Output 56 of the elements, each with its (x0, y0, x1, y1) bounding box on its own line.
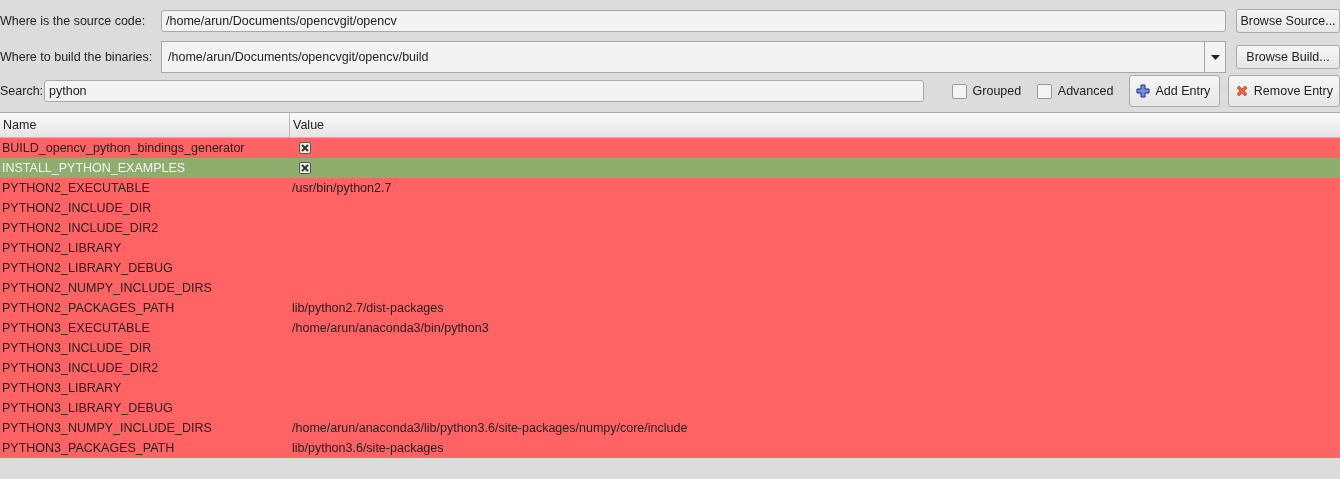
table-cell-text: PYTHON3_PACKAGES_PATH (1, 441, 176, 455)
table-cell-text: PYTHON2_INCLUDE_DIR2 (1, 221, 160, 235)
table-row[interactable]: PYTHON2_PACKAGES_PATH lib/python2.7/dist-packages (0, 298, 1340, 318)
remove-entry-button[interactable]: Remove Entry (1227, 75, 1340, 107)
table-cell-text: PYTHON2_LIBRARY (1, 241, 123, 255)
table-cell-text: PYTHON3_LIBRARY_DEBUG (1, 401, 174, 415)
plus-icon (1136, 84, 1151, 98)
table-cell: /home/arun/anaconda3/lib/python3.6/site-packages/numpy/core/include (292, 421, 688, 435)
build-combo[interactable]: /home/arun/Documents/opencvgit/opencv/build (161, 41, 1226, 73)
table-cell-text: PYTHON3_NUMPY_INCLUDE_DIRS (1, 421, 213, 435)
table-row[interactable]: PYTHON3_LIBRARY (0, 378, 1340, 398)
checkbox-label[interactable]: Advanced (1057, 84, 1114, 98)
table-cell-text: INSTALL_PYTHON_EXAMPLES (1, 161, 187, 175)
checkbox[interactable] (299, 162, 311, 174)
source-label: Where is the source code: (0, 14, 147, 28)
table-row[interactable]: PYTHON3_NUMPY_INCLUDE_DIRS /home/arun/anaconda3/lib/python3.6/site-packages/numpy/core/include (0, 418, 1340, 438)
cross-icon (1234, 84, 1249, 98)
table-row[interactable]: PYTHON2_INCLUDE_DIR (0, 198, 1340, 218)
table-cell: lib/python3.6/site-packages (292, 441, 444, 455)
table-cell-text: PYTHON2_INCLUDE_DIR (1, 201, 153, 215)
checkbox[interactable] (1037, 83, 1052, 99)
table-cell: /home/arun/anaconda3/bin/python3 (292, 321, 489, 335)
source-field[interactable]: /home/arun/Documents/opencvgit/opencv (161, 10, 1226, 32)
build-label: Where to build the binaries: (0, 50, 154, 64)
table-row[interactable]: PYTHON3_PACKAGES_PATH lib/python3.6/site-packages (0, 438, 1340, 458)
table-cell-text: BUILD_opencv_python_bindings_generator (1, 141, 246, 155)
table-row[interactable]: PYTHON2_INCLUDE_DIR2 (0, 218, 1340, 238)
table-cell-text: PYTHON2_NUMPY_INCLUDE_DIRS (1, 281, 213, 295)
checkbox[interactable] (299, 142, 311, 154)
search-field[interactable]: python (44, 80, 924, 102)
table-cell-text: PYTHON2_PACKAGES_PATH (1, 301, 176, 315)
table-row[interactable]: PYTHON2_EXECUTABLE /usr/bin/python2.7 (0, 178, 1340, 198)
table-cell-text: PYTHON2_LIBRARY_DEBUG (1, 261, 174, 275)
table-cell-text: PYTHON2_EXECUTABLE (1, 181, 151, 195)
table-row[interactable]: PYTHON3_LIBRARY_DEBUG (0, 398, 1340, 418)
table-cell-text: PYTHON3_LIBRARY (1, 381, 123, 395)
table-cell-text: PYTHON3_INCLUDE_DIR (1, 341, 153, 355)
table-cell: /usr/bin/python2.7 (292, 181, 392, 195)
browse-source-button[interactable]: Browse Source... (1236, 9, 1340, 33)
table-row[interactable]: PYTHON3_EXECUTABLE /home/arun/anaconda3/bin/python3 (0, 318, 1340, 338)
table-row[interactable]: PYTHON2_LIBRARY (0, 238, 1340, 258)
column-header[interactable]: Name (0, 113, 289, 137)
table-row[interactable]: PYTHON2_NUMPY_INCLUDE_DIRS (0, 278, 1340, 298)
checkbox[interactable] (952, 83, 967, 99)
add-entry-button[interactable]: Add Entry (1129, 75, 1220, 107)
browse-build-button[interactable]: Browse Build... (1236, 45, 1340, 69)
table-row[interactable]: PYTHON3_INCLUDE_DIR (0, 338, 1340, 358)
dropdown-icon (1210, 54, 1220, 60)
table-cell: lib/python2.7/dist-packages (292, 301, 444, 315)
table-row[interactable]: BUILD_opencv_python_bindings_generator (0, 138, 1340, 158)
checkbox-label[interactable]: Grouped (972, 84, 1022, 98)
table-cell-text: PYTHON3_INCLUDE_DIR2 (1, 361, 160, 375)
table-cell-text: PYTHON3_EXECUTABLE (1, 321, 151, 335)
column-header[interactable]: Value (289, 113, 1340, 137)
table-row[interactable]: PYTHON3_INCLUDE_DIR2 (0, 358, 1340, 378)
table-row[interactable]: PYTHON2_LIBRARY_DEBUG (0, 258, 1340, 278)
